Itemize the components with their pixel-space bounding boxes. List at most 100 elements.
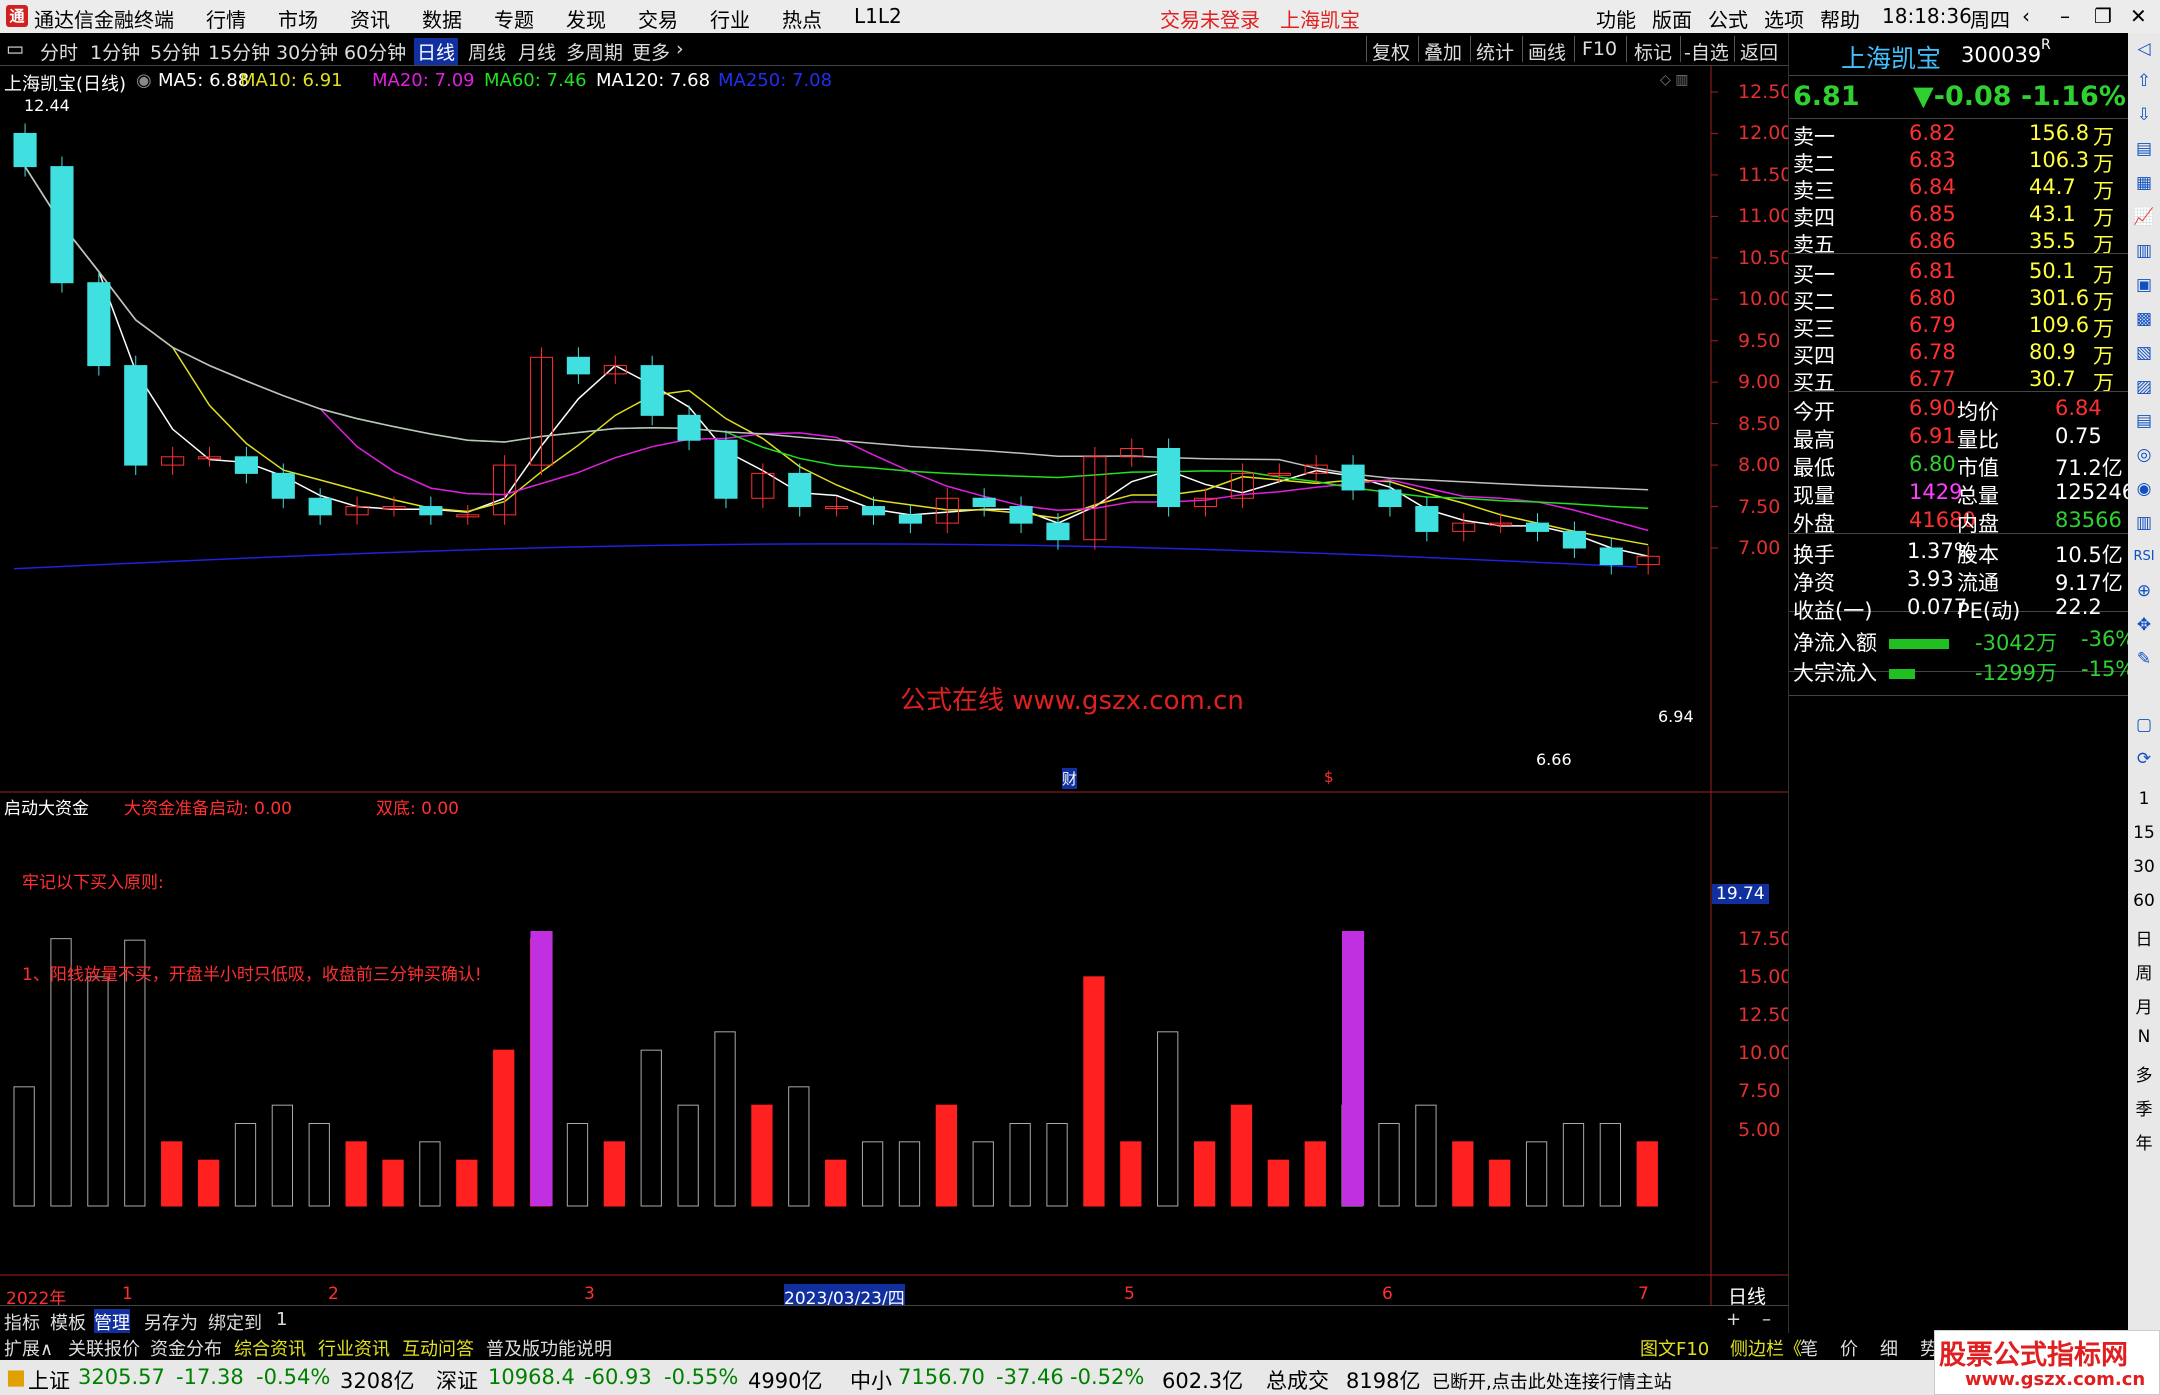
btn-huaxian[interactable]: 画线 bbox=[1528, 38, 1566, 65]
trade-status[interactable]: 交易未登录 bbox=[1160, 4, 1260, 33]
tab-bangdingdao[interactable]: 绑定到 bbox=[208, 1309, 262, 1335]
sidebar-move-icon[interactable]: ✥ bbox=[2132, 615, 2156, 635]
menu-banmian[interactable]: 版面 bbox=[1652, 4, 1692, 33]
close-icon[interactable]: ✕ bbox=[2130, 4, 2147, 28]
sidebar-period-quarter[interactable]: 季 bbox=[2132, 1095, 2156, 1120]
sidebar-period-15[interactable]: 15 bbox=[2132, 823, 2156, 843]
period-15min[interactable]: 15分钟 bbox=[208, 38, 270, 65]
period-daily[interactable]: 日线 bbox=[414, 38, 459, 65]
maximize-icon[interactable]: ❐ bbox=[2094, 4, 2112, 28]
sidebar-f1-icon[interactable]: ▨ bbox=[2132, 377, 2156, 397]
menu-hangqing[interactable]: 行情 bbox=[206, 4, 246, 33]
tab-expand[interactable]: 扩展∧ bbox=[4, 1335, 53, 1361]
sidebar-up-icon[interactable]: ⇧ bbox=[2132, 71, 2156, 91]
sidebar-list-icon[interactable]: ▤ bbox=[2132, 139, 2156, 159]
sidebar-period-30[interactable]: 30 bbox=[2132, 857, 2156, 877]
sidebar-f5-icon[interactable]: ▥ bbox=[2132, 513, 2156, 533]
tab-moban[interactable]: 模板 bbox=[50, 1309, 86, 1335]
sidebar-period-n[interactable]: N bbox=[2132, 1027, 2156, 1047]
sidebar-chart-icon[interactable]: 📈 bbox=[2132, 207, 2156, 227]
sidebar-expand-icon[interactable]: ◁ bbox=[2132, 39, 2156, 59]
status-flag-icon[interactable]: ■ bbox=[6, 1365, 26, 1389]
index-zx-name[interactable]: 中小 bbox=[850, 1365, 892, 1395]
btn-zixuan[interactable]: -自选 bbox=[1684, 38, 1729, 65]
tab-tuwen-f10[interactable]: 图文F10 bbox=[1640, 1335, 1709, 1361]
sidebar-period-60[interactable]: 60 bbox=[2132, 891, 2156, 911]
menu-gongshi[interactable]: 公式 bbox=[1708, 4, 1748, 33]
menu-hangye[interactable]: 行业 bbox=[710, 4, 750, 33]
tab-zonghe[interactable]: 综合资讯 bbox=[234, 1335, 306, 1361]
sidebar-table-icon[interactable]: ▦ bbox=[2132, 173, 2156, 193]
index-sh-name[interactable]: 上证 bbox=[28, 1365, 70, 1395]
sidebar-period-month[interactable]: 月 bbox=[2132, 993, 2156, 1018]
period-60min[interactable]: 60分钟 bbox=[344, 38, 406, 65]
sidebar-down-icon[interactable]: ⇩ bbox=[2132, 105, 2156, 125]
sidebar-zoom-icon[interactable]: ⊕ bbox=[2132, 581, 2156, 601]
period-multi[interactable]: 多周期 bbox=[566, 38, 623, 65]
period-fenshi[interactable]: 分时 bbox=[40, 38, 78, 65]
menu-faxian[interactable]: 发现 bbox=[566, 4, 606, 33]
btn-fuquan[interactable]: 复权 bbox=[1372, 38, 1410, 65]
sidebar-f4-icon[interactable]: ◉ bbox=[2132, 479, 2156, 499]
chart-canvas[interactable] bbox=[0, 66, 1788, 1305]
menu-gongneng[interactable]: 功能 bbox=[1596, 4, 1636, 33]
connection-message[interactable]: 已断开,点击此处连接行情主站 bbox=[1432, 1368, 1672, 1394]
sidebar-f2-icon[interactable]: ▤ bbox=[2132, 411, 2156, 431]
tab-sidebar[interactable]: 侧边栏《 bbox=[1730, 1335, 1802, 1361]
sidebar-period-year[interactable]: 年 bbox=[2132, 1129, 2156, 1154]
tab-hangye[interactable]: 行业资讯 bbox=[318, 1335, 390, 1361]
sidebar-kline-icon[interactable]: ▥ bbox=[2132, 241, 2156, 261]
tab-xi[interactable]: 细 bbox=[1880, 1335, 1898, 1361]
tab-hudong[interactable]: 互动问答 bbox=[402, 1335, 474, 1361]
index-sz-name[interactable]: 深证 bbox=[436, 1365, 478, 1395]
sidebar-period-1[interactable]: 1 bbox=[2132, 789, 2156, 809]
btn-f10[interactable]: F10 bbox=[1582, 38, 1617, 60]
zoom-out-icon[interactable]: – bbox=[1762, 1309, 1771, 1330]
period-1min[interactable]: 1分钟 bbox=[90, 38, 140, 65]
chart-option-icon[interactable]: ◇ ▥ bbox=[1660, 72, 1688, 88]
period-30min[interactable]: 30分钟 bbox=[276, 38, 338, 65]
tab-bi[interactable]: 笔 bbox=[1800, 1335, 1818, 1361]
sidebar-refresh-icon[interactable]: ⟳ bbox=[2132, 749, 2156, 769]
settings-icon[interactable]: ◉ bbox=[136, 70, 152, 91]
tab-lingcunwei[interactable]: 另存为 bbox=[144, 1309, 198, 1335]
tab-guanli[interactable]: 管理 bbox=[94, 1309, 130, 1335]
minimize-icon[interactable]: – bbox=[2060, 4, 2070, 28]
dividend-marker[interactable]: $ bbox=[1324, 768, 1334, 786]
sidebar-period-week[interactable]: 周 bbox=[2132, 959, 2156, 984]
period-5min[interactable]: 5分钟 bbox=[150, 38, 200, 65]
sidebar-news-icon[interactable]: ▣ bbox=[2132, 275, 2156, 295]
sidebar-period-day[interactable]: 日 bbox=[2132, 925, 2156, 950]
period-weekly[interactable]: 周线 bbox=[468, 38, 506, 65]
collapse-icon[interactable]: ▭ bbox=[6, 38, 24, 60]
sidebar-dde-icon[interactable]: ▧ bbox=[2132, 343, 2156, 363]
sidebar-period-multi[interactable]: 多 bbox=[2132, 1061, 2156, 1086]
menu-shichang[interactable]: 市场 bbox=[278, 4, 318, 33]
tab-1[interactable]: 1 bbox=[276, 1309, 287, 1330]
menu-zhuanti[interactable]: 专题 bbox=[494, 4, 534, 33]
sidebar-rsi-icon[interactable]: RSI bbox=[2132, 549, 2156, 564]
period-more[interactable]: 更多 bbox=[632, 38, 670, 65]
tab-puji[interactable]: 普及版功能说明 bbox=[486, 1335, 612, 1361]
menu-xuanxiang[interactable]: 选项 bbox=[1764, 4, 1804, 33]
menu-l1l2[interactable]: L1L2 bbox=[854, 4, 902, 28]
finance-marker[interactable]: 财 bbox=[1062, 768, 1078, 789]
sidebar-pen-icon[interactable]: ✎ bbox=[2132, 649, 2156, 669]
tab-zhibiao[interactable]: 指标 bbox=[4, 1309, 40, 1335]
tab-zijinfenbu[interactable]: 资金分布 bbox=[150, 1335, 222, 1361]
btn-tongji[interactable]: 统计 bbox=[1476, 38, 1514, 65]
menu-jiaoyi[interactable]: 交易 bbox=[638, 4, 678, 33]
sidebar-fs-icon[interactable]: ▢ bbox=[2132, 715, 2156, 735]
tab-guanlian[interactable]: 关联报价 bbox=[68, 1335, 140, 1361]
menu-shuju[interactable]: 数据 bbox=[422, 4, 462, 33]
menu-zixun[interactable]: 资讯 bbox=[350, 4, 390, 33]
sidebar-f3-icon[interactable]: ◎ bbox=[2132, 445, 2156, 465]
btn-biaoji[interactable]: 标记 bbox=[1634, 38, 1672, 65]
menu-redian[interactable]: 热点 bbox=[782, 4, 822, 33]
sidebar-fin-icon[interactable]: ▩ bbox=[2132, 309, 2156, 329]
menu-bangzhu[interactable]: 帮助 bbox=[1820, 4, 1860, 33]
zoom-in-icon[interactable]: + bbox=[1726, 1309, 1741, 1330]
back-icon[interactable]: ‹ bbox=[2022, 4, 2030, 28]
tab-jia[interactable]: 价 bbox=[1840, 1335, 1858, 1361]
btn-diejia[interactable]: 叠加 bbox=[1424, 38, 1462, 65]
